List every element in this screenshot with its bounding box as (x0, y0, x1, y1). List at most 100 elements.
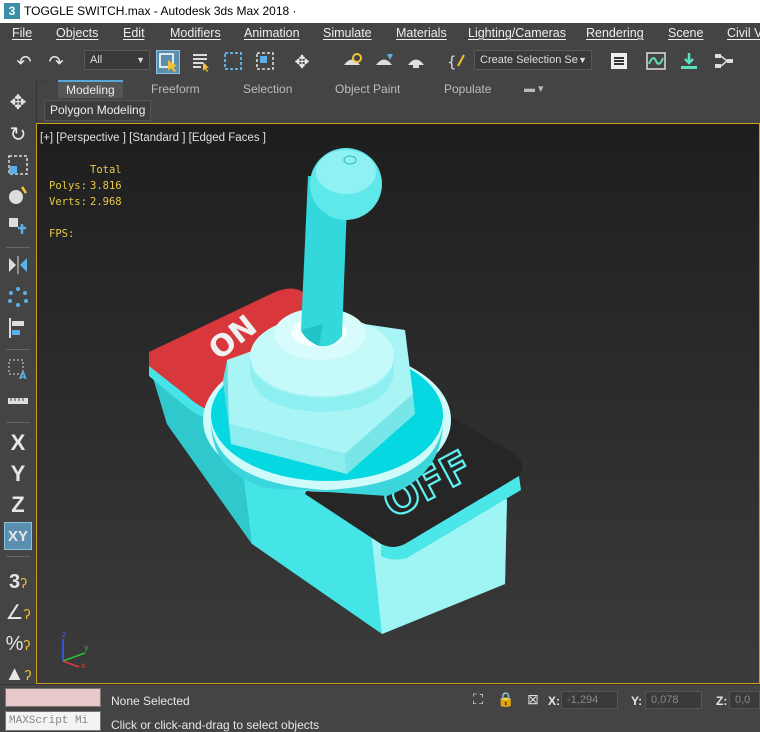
axis-z-label: z (62, 630, 66, 639)
snap-3d-icon[interactable]: 3ʔ (4, 568, 32, 596)
selection-filter-value: All (90, 54, 103, 66)
axis-xy-button[interactable]: XY (4, 522, 32, 550)
percent-snap-label: % (5, 633, 24, 655)
angle-snap-label: ∠ (5, 602, 24, 624)
window-crossing-icon[interactable] (253, 50, 277, 74)
tab-populate[interactable]: Populate (444, 82, 491, 96)
select-by-name-icon[interactable] (189, 50, 213, 74)
angle-snap-icon[interactable]: ∠ʔ (4, 599, 32, 627)
coord-y-label: Y: (631, 694, 643, 708)
coord-x-field[interactable]: -1,294 (561, 691, 618, 709)
rectangle-selection-icon[interactable] (221, 50, 245, 74)
coord-z-field[interactable]: 0,0 (729, 691, 760, 709)
svg-text:{: { (447, 53, 457, 71)
schematic-view-icon[interactable] (712, 50, 736, 74)
chevron-down-icon: ▼ (578, 55, 587, 65)
magnet-icon: ʔ (23, 637, 31, 653)
ribbon-tabs: Modeling Freeform Selection Object Paint… (44, 80, 760, 100)
scale-icon[interactable] (4, 153, 32, 181)
axis-z-button[interactable]: Z (4, 491, 32, 519)
perspective-viewport[interactable]: [+] [Perspective ] [Standard ] [Edged Fa… (36, 123, 760, 684)
main-toolbar: ↶ ↷ All ▼ ✥ { Create Selection Se ▼ (0, 44, 760, 81)
axis-x-label: x (81, 661, 86, 669)
svg-text:A: A (19, 371, 27, 381)
undo-icon[interactable]: ↶ (12, 50, 36, 74)
render-production-icon[interactable] (404, 50, 428, 74)
spinner-snap-icon[interactable]: ▲ʔ (4, 660, 32, 682)
menu-edit[interactable]: Edit (123, 26, 145, 40)
layer-explorer-icon[interactable] (607, 50, 631, 74)
coord-z-label: Z: (716, 694, 728, 708)
place-icon[interactable] (4, 184, 32, 212)
axis-y-button[interactable]: Y (4, 460, 32, 488)
measure-icon[interactable] (4, 388, 32, 416)
magnet-icon: ʔ (23, 606, 31, 622)
chevron-down-icon: ▼ (136, 55, 145, 65)
absolute-mode-icon[interactable]: ⊠ (524, 690, 542, 708)
align-icon[interactable] (4, 316, 32, 344)
tab-modeling[interactable]: Modeling (58, 80, 123, 98)
axis-x-line (62, 660, 80, 668)
redo-icon[interactable]: ↷ (44, 50, 68, 74)
panel-divider (6, 556, 30, 557)
app-icon: 3 (4, 3, 20, 19)
menu-materials[interactable]: Materials (396, 26, 447, 40)
percent-snap-icon[interactable]: %ʔ (4, 630, 32, 658)
menu-rendering[interactable]: Rendering (586, 26, 644, 40)
render-setup-icon[interactable] (340, 50, 364, 74)
mirror-icon[interactable] (4, 253, 32, 281)
title-bar: 3 TOGGLE SWITCH.max - Autodesk 3ds Max 2… (0, 0, 760, 23)
selection-set-value: Create Selection Se (480, 54, 578, 66)
snap-3d-label: 3 (8, 571, 21, 593)
move-icon[interactable]: ✥ (4, 89, 32, 117)
menu-file[interactable]: File (12, 26, 32, 40)
isolate-selection-icon[interactable]: ⛶ (469, 690, 487, 708)
selection-filter-dropdown[interactable]: All ▼ (84, 50, 150, 70)
menu-bar: File Objects Edit Modifiers Animation Si… (0, 23, 760, 44)
toggle-switch-model[interactable]: ON OFF (37, 124, 759, 683)
tab-freeform[interactable]: Freeform (151, 82, 200, 96)
pivot-icon[interactable] (4, 214, 32, 242)
render-frame-icon[interactable] (372, 50, 396, 74)
move-icon[interactable]: ✥ (290, 50, 314, 74)
menu-simulate[interactable]: Simulate (323, 26, 372, 40)
axis-y-label: y (84, 643, 89, 652)
ribbon-panel: Polygon Modeling (44, 100, 760, 121)
import-icon[interactable] (677, 50, 701, 74)
rotate-icon[interactable]: ↻ (4, 121, 32, 149)
snap-label-icon[interactable]: A (4, 357, 32, 385)
menu-modifiers[interactable]: Modifiers (170, 26, 221, 40)
coord-x-label: X: (548, 694, 560, 708)
maxscript-listener-output[interactable] (5, 688, 101, 707)
array-icon[interactable] (4, 285, 32, 313)
maxscript-mini-listener[interactable]: MAXScript Mi (5, 711, 101, 731)
left-command-bar: ✥ ↻ A X Y Z XY 3ʔ ∠ʔ %ʔ ▲ʔ (0, 80, 37, 685)
window-title: TOGGLE SWITCH.max - Autodesk 3ds Max 201… (24, 4, 297, 18)
axis-x-button[interactable]: X (4, 429, 32, 457)
edit-named-selection-icon[interactable]: { (445, 50, 469, 74)
axis-y-line (62, 652, 86, 662)
tab-selection[interactable]: Selection (243, 82, 292, 96)
axis-tripod-icon: z y x (62, 630, 89, 669)
panel-divider (6, 349, 30, 350)
panel-divider (6, 422, 30, 423)
menu-objects[interactable]: Objects (56, 26, 98, 40)
menu-animation[interactable]: Animation (244, 26, 300, 40)
lock-selection-icon[interactable]: 🔒 (497, 690, 515, 708)
polygon-modeling-label[interactable]: Polygon Modeling (44, 100, 152, 121)
selection-status: None Selected (111, 694, 190, 708)
spinner-snap-label: ▲ (4, 663, 25, 682)
magnet-icon: ʔ (20, 575, 28, 591)
curve-editor-icon[interactable] (644, 50, 668, 74)
select-object-icon[interactable] (156, 50, 180, 74)
menu-scene[interactable]: Scene (668, 26, 703, 40)
menu-civil-view[interactable]: Civil V (727, 26, 760, 40)
named-selection-set-dropdown[interactable]: Create Selection Se ▼ (474, 50, 592, 70)
menu-lighting-cameras[interactable]: Lighting/Cameras (468, 26, 566, 40)
tab-object-paint[interactable]: Object Paint (335, 82, 400, 96)
panel-divider (6, 247, 30, 248)
coord-y-field[interactable]: 0,078 (645, 691, 702, 709)
magnet-icon: ʔ (24, 667, 32, 682)
ribbon-options-icon[interactable]: ▬ ▾ (524, 82, 544, 95)
status-bar: MAXScript Mi None Selected Click or clic… (0, 684, 760, 732)
